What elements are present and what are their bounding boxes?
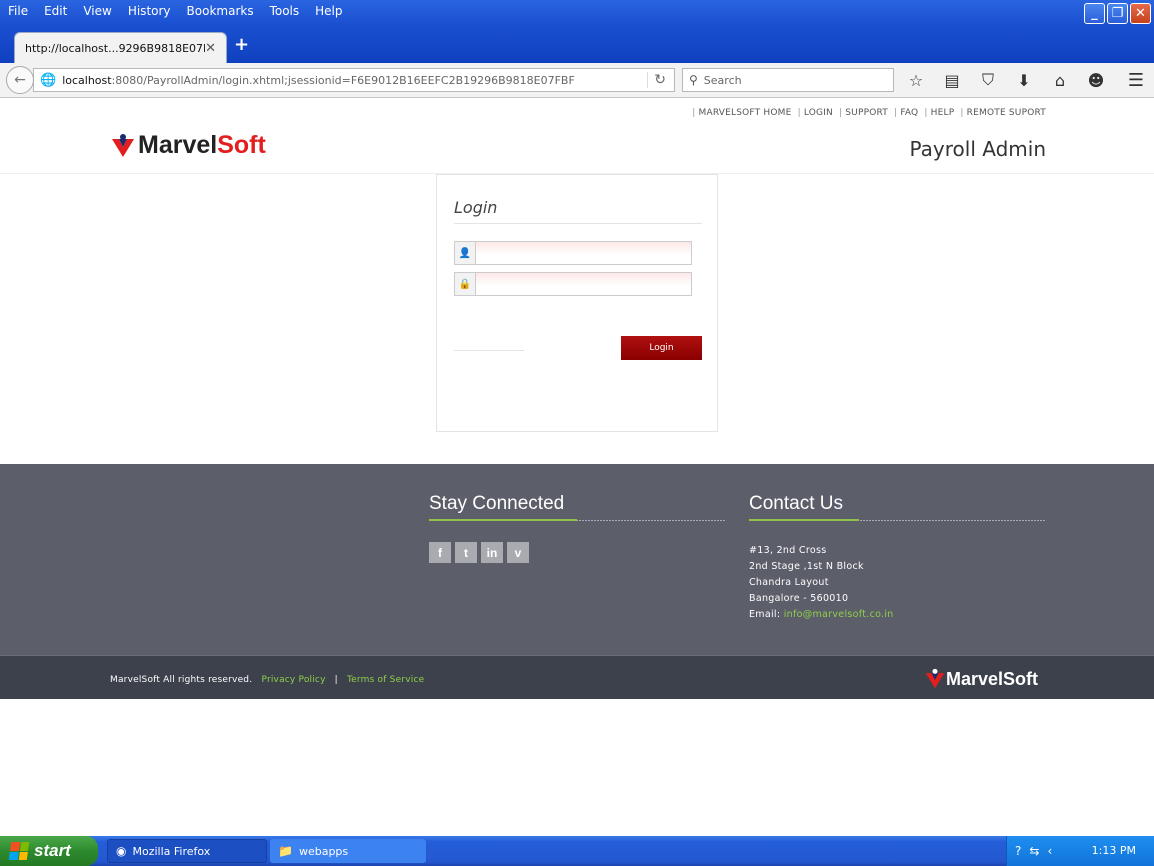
forgot-link-placeholder (454, 350, 524, 351)
pocket-icon[interactable]: ⛉ (976, 70, 1000, 90)
address-line: #13, 2nd Cross (749, 545, 827, 556)
username-input[interactable] (476, 241, 692, 265)
clock: 1:13 PM (1091, 844, 1136, 857)
login-divider (454, 223, 702, 224)
new-tab-button[interactable]: + (234, 34, 249, 55)
taskbar-item-webapps[interactable]: 📁 webapps (270, 839, 426, 863)
stay-connected-divider (429, 519, 725, 521)
taskbar-item-label: webapps (298, 844, 349, 858)
menu-tools[interactable]: Tools (262, 4, 308, 20)
globe-icon: 🌐 (40, 72, 57, 88)
logo-mark-icon (112, 133, 134, 157)
network-tray-icon[interactable]: ⇆ (1029, 844, 1039, 858)
footer-logo: MarvelSoft (924, 668, 1038, 690)
terms-of-service-link[interactable]: Terms of Service (347, 675, 424, 685)
window-controls: _ ❐ ✕ (1084, 3, 1151, 24)
nav-login-link[interactable]: LOGIN (804, 108, 833, 118)
menu-history[interactable]: History (120, 4, 179, 20)
password-input[interactable] (476, 272, 692, 296)
linkedin-icon[interactable]: in (481, 542, 503, 563)
start-button[interactable]: start (0, 836, 98, 866)
reload-icon[interactable]: ↻ (647, 72, 666, 88)
menu-bar: File Edit View History Bookmarks Tools H… (4, 4, 351, 20)
user-icon: 👤 (454, 241, 476, 265)
stay-connected-heading: Stay Connected (429, 493, 565, 514)
nav-help-link[interactable]: HELP (931, 108, 955, 118)
taskbar: start ◉ Mozilla Firefox 📁 webapps ? ⇆ ‹ … (0, 836, 1154, 866)
bookmarks-list-icon[interactable]: ▤ (940, 71, 964, 90)
login-button[interactable]: Login (621, 336, 702, 360)
expand-tray-icon[interactable]: ‹ (1047, 844, 1052, 858)
bookmark-star-icon[interactable]: ☆ (904, 71, 928, 90)
toolbar-icons: ☆ ▤ ⛉ ⬇ ⌂ ☻ (904, 70, 1108, 90)
windows-logo-icon (8, 842, 30, 860)
privacy-policy-link[interactable]: Privacy Policy (261, 675, 325, 685)
brand-logo[interactable]: MarvelSoft (110, 131, 266, 160)
close-window-button[interactable]: ✕ (1130, 3, 1151, 24)
firefox-icon: ◉ (116, 844, 127, 858)
download-icon[interactable]: ⬇ (1012, 71, 1036, 90)
facebook-icon[interactable]: f (429, 542, 451, 563)
nav-remote-support-link[interactable]: REMOTE SUPORT (967, 108, 1046, 118)
nav-faq-link[interactable]: FAQ (900, 108, 918, 118)
back-button[interactable]: ← (6, 66, 34, 94)
taskbar-item-firefox[interactable]: ◉ Mozilla Firefox (107, 839, 267, 863)
taskbar-item-label: Mozilla Firefox (132, 844, 211, 858)
close-tab-icon[interactable]: ✕ (205, 41, 216, 56)
footer-logo-mark-icon (925, 668, 945, 689)
top-nav: | MARVELSOFT HOME | LOGIN | SUPPORT | FAQ | H… (692, 108, 1046, 118)
nav-support-link[interactable]: SUPPORT (845, 108, 888, 118)
hello-icon[interactable]: ☻ (1084, 71, 1108, 90)
password-field: 🔒 (454, 272, 692, 296)
address-line: Chandra Layout (749, 577, 829, 588)
tab-title: http://localhost...9296B9818E07FBF (25, 41, 206, 55)
browser-titlebar: File Edit View History Bookmarks Tools H… (0, 0, 1154, 63)
vimeo-icon[interactable]: v (507, 542, 529, 563)
nav-home-link[interactable]: MARVELSOFT HOME (699, 108, 792, 118)
copyright-text: MarvelSoft All rights reserved. (110, 675, 253, 685)
email-link[interactable]: info@marvelsoft.co.in (784, 609, 894, 620)
email-label: Email: (749, 609, 781, 620)
menu-file[interactable]: File (4, 4, 36, 20)
minimize-button[interactable]: _ (1084, 3, 1105, 24)
brand-name-b: Soft (217, 131, 266, 159)
app-title: Payroll Admin (909, 137, 1046, 161)
contact-address: #13, 2nd Cross 2nd Stage ,1st N Block Ch… (749, 543, 894, 623)
start-label: start (34, 841, 71, 860)
menu-view[interactable]: View (75, 4, 119, 20)
username-field: 👤 (454, 241, 692, 265)
tab-active[interactable]: http://localhost...9296B9818E07FBF ✕ (14, 32, 227, 63)
footer: Stay Connected f t in v Contact Us #13, … (0, 464, 1154, 655)
help-tray-icon[interactable]: ? (1015, 844, 1021, 858)
copyright-row: MarvelSoft All rights reserved. Privacy … (110, 675, 424, 685)
folder-icon: 📁 (278, 844, 293, 858)
contact-us-divider (749, 519, 1045, 521)
menu-help[interactable]: Help (307, 4, 350, 20)
url-bar[interactable]: 🌐 localhost:8080/PayrollAdmin/login.xhtm… (33, 68, 675, 92)
search-icon: ⚲ (689, 73, 698, 87)
footer-bottom-bar: MarvelSoft All rights reserved. Privacy … (0, 655, 1154, 699)
system-tray: ? ⇆ ‹ 1:13 PM (1006, 836, 1154, 866)
social-links: f t in v (429, 542, 529, 563)
address-line: 2nd Stage ,1st N Block (749, 561, 864, 572)
twitter-icon[interactable]: t (455, 542, 477, 563)
menu-icon[interactable]: ☰ (1128, 70, 1144, 91)
footer-brand-name: MarvelSoft (945, 668, 1038, 689)
menu-edit[interactable]: Edit (36, 4, 75, 20)
search-placeholder: Search (703, 73, 742, 87)
url-host: localhost (62, 73, 112, 87)
lock-icon: 🔒 (454, 272, 476, 296)
login-title: Login (454, 198, 498, 217)
footer-separator: | (334, 675, 338, 685)
contact-us-heading: Contact Us (749, 493, 843, 514)
address-line: Bangalore - 560010 (749, 593, 849, 604)
brand-name-a: Marvel (138, 131, 218, 159)
search-input[interactable]: ⚲ Search (682, 68, 894, 92)
menu-bookmarks[interactable]: Bookmarks (179, 4, 262, 20)
url-path: :8080/PayrollAdmin/login.xhtml;jsessioni… (111, 73, 575, 87)
navigation-bar: 🌐 localhost:8080/PayrollAdmin/login.xhtm… (0, 63, 1154, 98)
home-icon[interactable]: ⌂ (1048, 71, 1072, 90)
login-panel: Login 👤 🔒 Login (436, 174, 718, 432)
restore-button[interactable]: ❐ (1107, 3, 1128, 24)
